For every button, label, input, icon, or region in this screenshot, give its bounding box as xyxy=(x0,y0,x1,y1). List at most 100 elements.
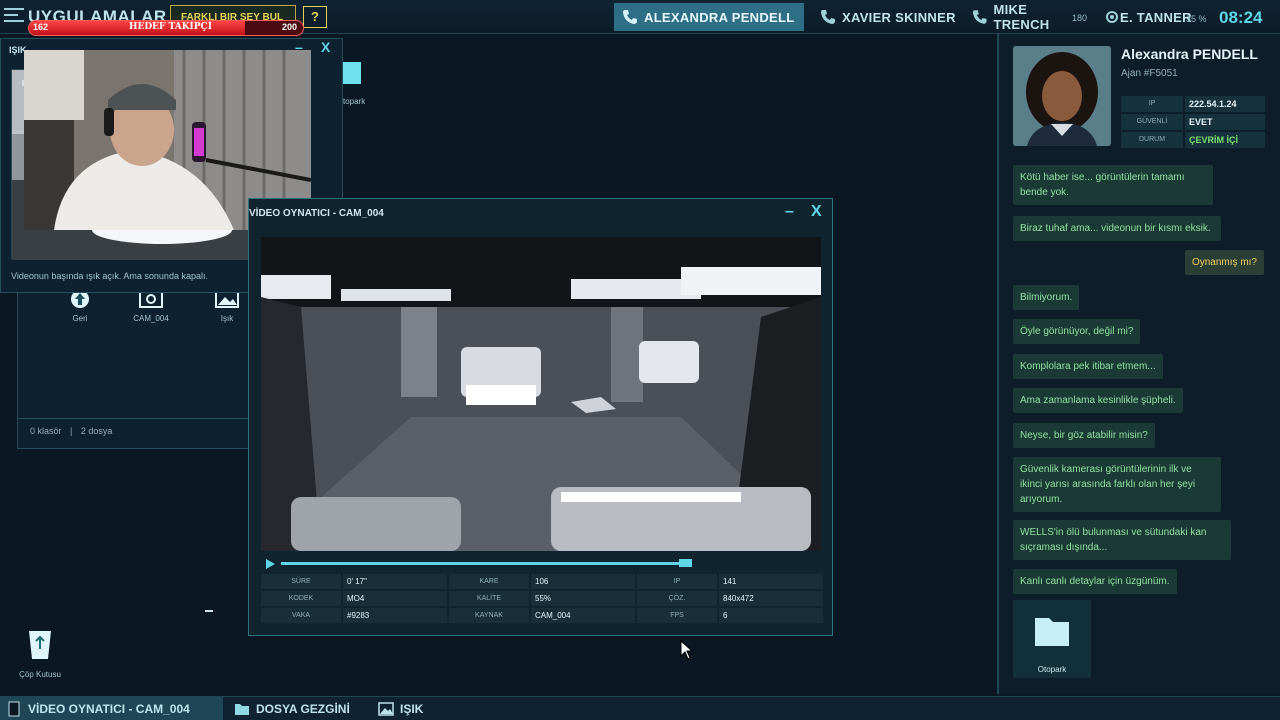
agent-info-value: EVET xyxy=(1185,114,1265,130)
explorer-file-count: 2 dosya xyxy=(80,426,113,436)
explorer-item-light[interactable]: Işık xyxy=(199,288,255,323)
chat-message: Komplolara pek itibar etmem... xyxy=(1013,354,1163,379)
video-player-minimize-button[interactable]: – xyxy=(785,203,794,221)
clock: 08:24 xyxy=(1219,8,1263,27)
chat-message: Ama zamanlama kesinlikle şüpheli. xyxy=(1013,388,1183,413)
contact-tab-label: E. TANNER xyxy=(1120,9,1192,25)
chat-message-sent: Oynanmış mı? xyxy=(1184,250,1264,275)
taskbar-item-light[interactable]: IŞIK xyxy=(372,697,442,720)
cctv-parking-garage-scene xyxy=(261,237,821,551)
taskbar-item-label: IŞIK xyxy=(400,702,424,716)
explorer-divider xyxy=(18,418,248,419)
agent-info-key: GÜVENLİ xyxy=(1121,114,1183,130)
taskbar-item-video-player[interactable]: VİDEO OYNATICI - CAM_004 xyxy=(0,697,223,720)
video-stat-value: CAM_004 xyxy=(531,608,635,623)
explorer-item-label: Işık xyxy=(220,314,234,323)
contact-tab-xavier-skinner[interactable]: XAVIER SKINNER xyxy=(812,3,960,31)
agent-name: Alexandra PENDELL xyxy=(1121,46,1258,62)
target-tracker-max: 200 xyxy=(281,22,297,32)
video-player-title: VİDEO OYNATICI - CAM_004 xyxy=(249,208,384,219)
video-stat-key: KALİTE xyxy=(449,591,529,606)
system-readout: 180 xyxy=(1072,13,1088,23)
agent-info-status: DURUM ÇEVRİM İÇİ xyxy=(1121,132,1265,148)
light-window-close-button[interactable]: X xyxy=(321,39,330,55)
phone-icon xyxy=(821,10,835,24)
agent-info-value: ÇEVRİM İÇİ xyxy=(1185,132,1265,148)
agent-avatar xyxy=(1013,46,1111,146)
contact-tab-label: ALEXANDRA PENDELL xyxy=(644,9,795,25)
chat-message: Bilmiyorum. xyxy=(1013,285,1080,310)
video-stat-value: MO4 xyxy=(343,591,447,606)
agent-info-value: 222.54.1.24 xyxy=(1185,96,1265,112)
chat-message: Güvenlik kamerası görüntülerinin ilk ve … xyxy=(1013,457,1221,512)
taskbar-item-label: VİDEO OYNATICI - CAM_004 xyxy=(28,702,190,716)
play-button[interactable] xyxy=(266,559,275,569)
video-timeline[interactable] xyxy=(281,562,691,565)
video-stat-key: KODEK xyxy=(261,591,341,606)
menu-icon[interactable] xyxy=(4,8,24,26)
mouse-cursor-icon xyxy=(680,640,694,660)
light-window-caption: Videonun başında ışık açık. Ama sonunda … xyxy=(11,271,208,281)
video-timeline-handle[interactable] xyxy=(679,559,692,567)
explorer-status-separator: | xyxy=(70,426,73,436)
chat-message: Kötü haber ise... görüntülerin tamamı be… xyxy=(1013,165,1213,205)
explorer-status: 0 klasör | 2 dosya xyxy=(30,426,112,436)
taskbar-item-file-explorer[interactable]: DOSYA GEZGİNİ xyxy=(228,697,368,720)
recycle-bin-icon xyxy=(29,631,51,659)
chat-attachment-label: Otopark xyxy=(1037,665,1067,674)
video-stat-key: VAKA xyxy=(261,608,341,623)
video-stat-value: 840x472 xyxy=(719,591,823,606)
chat-message: Öyle görünüyor, değil mi? xyxy=(1013,319,1141,344)
target-tracker-bar: 162 HEDEF TAKİPÇİ 200 xyxy=(28,20,304,36)
video-stat-value: 55% xyxy=(531,591,635,606)
agent-info-key: DURUM xyxy=(1121,132,1183,148)
explorer-folder-count: 0 klasör xyxy=(30,426,62,436)
contact-tab-alexandra-pendell[interactable]: ALEXANDRA PENDELL xyxy=(614,3,804,31)
chat-message: Biraz tuhaf ama... videonun bir kısmı ek… xyxy=(1013,216,1221,241)
target-tracker-min: 162 xyxy=(33,22,49,32)
agent-info-secure: GÜVENLİ EVET xyxy=(1121,114,1265,130)
document-icon xyxy=(8,701,20,717)
battery-percent: 35 % xyxy=(1186,14,1207,24)
explorer-item-back[interactable]: Geri xyxy=(52,288,108,323)
folder-icon xyxy=(1035,618,1069,646)
video-player-window: VİDEO OYNATICI - CAM_004 – X SÜRE 0' 17"… xyxy=(248,198,833,636)
trash-label: Çöp Kutusu xyxy=(19,670,61,679)
explorer-item-label: Geri xyxy=(72,314,88,323)
video-stat-value: 106 xyxy=(531,574,635,589)
explorer-item-label: CAM_004 xyxy=(133,314,169,323)
chat-message: Kanlı canlı detaylar için üzgünüm. xyxy=(1013,569,1177,594)
video-stat-value: #9283 xyxy=(343,608,447,623)
video-stat-value: 141 xyxy=(719,574,823,589)
image-icon xyxy=(378,702,394,716)
contact-tab-mike-trench[interactable]: MIKE TRENCH xyxy=(964,2,1084,32)
help-button[interactable]: ? xyxy=(303,6,327,28)
video-stat-key: IP xyxy=(637,574,717,589)
contact-tab-label: MIKE TRENCH xyxy=(993,2,1050,32)
contact-tab-label: XAVIER SKINNER xyxy=(842,9,956,25)
video-stat-key: SÜRE xyxy=(261,574,341,589)
video-stat-key: KAYNAK xyxy=(449,608,529,623)
desktop-speck xyxy=(205,610,213,612)
contact-tab-e-tanner[interactable]: E. TANNER xyxy=(1112,3,1196,31)
agent-info-ip: IP 222.54.1.24 xyxy=(1121,96,1265,112)
chat-panel: Alexandra PENDELL Ajan #F5051 IP 222.54.… xyxy=(997,34,1280,694)
agent-portrait xyxy=(1013,46,1111,146)
taskbar-item-label: DOSYA GEZGİNİ xyxy=(256,702,350,716)
taskbar: VİDEO OYNATICI - CAM_004 DOSYA GEZGİNİ I… xyxy=(0,696,1280,720)
trash-bin[interactable]: Çöp Kutusu xyxy=(18,625,62,679)
video-stat-key: ÇÖZ. xyxy=(637,591,717,606)
video-player-close-button[interactable]: X xyxy=(811,203,822,221)
video-stat-value: 0' 17" xyxy=(343,574,447,589)
chat-attachment-folder[interactable]: Otopark xyxy=(1013,600,1091,678)
video-stat-key: KARE xyxy=(449,574,529,589)
folder-icon xyxy=(235,704,249,715)
phone-icon xyxy=(972,10,987,24)
top-bar: UYGULAMALAR FARKLI BIR ŞEY BUL ? 162 HED… xyxy=(0,0,1280,36)
target-tracker-label: HEDEF TAKİPÇİ xyxy=(129,22,212,32)
explorer-item-cam004[interactable]: CAM_004 xyxy=(123,288,179,323)
phone-icon xyxy=(623,10,637,24)
video-timeline-progress xyxy=(281,562,683,565)
chat-message: WELLS'in ölü bulunması ve sütundaki kan … xyxy=(1013,520,1231,560)
cctv-video-frame[interactable] xyxy=(261,237,821,551)
